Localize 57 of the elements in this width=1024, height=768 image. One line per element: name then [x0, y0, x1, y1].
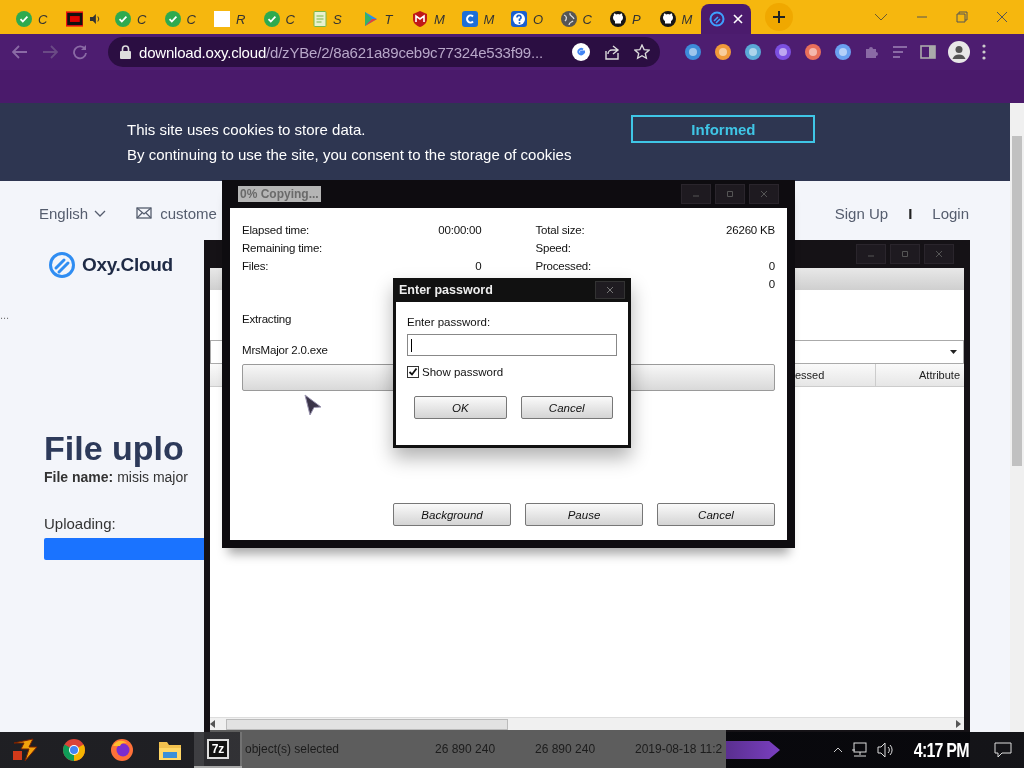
stat-label: Speed: — [535, 242, 571, 254]
browser-tab[interactable]: M — [453, 4, 503, 34]
field-label: Enter password: — [407, 316, 492, 328]
clock[interactable]: 4:17 PM — [914, 738, 970, 762]
dialog-button[interactable]: Cancel — [657, 503, 775, 526]
sign-up-link[interactable]: Sign Up — [834, 204, 889, 222]
column-header[interactable]: Attribute — [875, 364, 964, 386]
stat-label: Files: — [242, 260, 269, 272]
address-bar[interactable]: download.oxy.cloud/d/zYBe/2/8a621a89ceb9c77324e533f99... — [108, 37, 660, 67]
dialog-button[interactable]: Pause — [525, 503, 643, 526]
stat-value: 0 — [768, 278, 775, 290]
browser-tab[interactable]: C — [255, 4, 305, 34]
uploading-label: Uploading: — [44, 515, 117, 532]
browser-tab[interactable]: C — [552, 4, 602, 34]
status-label: Extracting — [242, 313, 292, 325]
browser-tab[interactable]: R — [206, 4, 256, 34]
ellipsis: ... — [0, 309, 11, 321]
browser-tab[interactable]: C — [156, 4, 206, 34]
browser-tab[interactable]: C — [107, 4, 157, 34]
contact-link[interactable]: custome — [160, 204, 217, 222]
separator: I — [908, 204, 913, 222]
browser-tab[interactable]: M — [651, 4, 701, 34]
stat-value: 0 — [768, 260, 775, 272]
stat-label: Remaining time: — [242, 242, 323, 254]
page-heading: File uplo — [44, 429, 185, 467]
informed-button[interactable]: Informed — [631, 115, 816, 143]
status-text: object(s) selected — [245, 742, 341, 756]
taskbar-app[interactable]: 7z — [194, 732, 242, 768]
file-name: MrsMajor 2.0.exe — [242, 344, 328, 356]
browser-tab[interactable]: C — [8, 4, 58, 34]
language-selector[interactable]: English — [39, 204, 89, 222]
stat-value: 00:00:00 — [438, 224, 482, 236]
stat-label: Total size: — [535, 224, 585, 236]
stat-value: 0 — [475, 260, 482, 272]
stat-value: 26260 KB — [726, 224, 775, 236]
stat-label: Processed: — [535, 260, 592, 272]
login-link[interactable]: Login — [932, 204, 969, 222]
status-text: 26 890 240 — [535, 742, 597, 756]
status-text: 2019-08-18 11:2 — [635, 742, 724, 756]
archiver-icon[interactable]: 7z — [206, 739, 230, 759]
browser-tab[interactable]: M — [404, 4, 454, 34]
cookie-notice: By continuing to use the site, you consent to the storage of cookies — [127, 146, 572, 163]
logo-text: Oxy.Cloud — [82, 254, 173, 276]
stat-label: Elapsed time: — [242, 224, 310, 236]
file-name: File name: misis major — [44, 469, 189, 485]
browser-tab[interactable]: O — [503, 4, 553, 34]
checkbox-label[interactable]: Show password — [422, 366, 504, 378]
browser-tab[interactable]: T — [354, 4, 404, 34]
window-title: 0% Copying... — [238, 186, 321, 202]
browser-tab[interactable]: S — [305, 4, 355, 34]
dialog-button[interactable]: Background — [393, 503, 511, 526]
browser-tab[interactable]: P — [602, 4, 652, 34]
dialog-button[interactable]: Cancel — [520, 396, 613, 419]
status-text: 26 890 240 — [435, 742, 497, 756]
cookie-notice: This site uses cookies to store data. — [127, 121, 367, 138]
window-title: Enter password — [399, 283, 493, 297]
dialog-button[interactable]: OK — [414, 396, 507, 419]
